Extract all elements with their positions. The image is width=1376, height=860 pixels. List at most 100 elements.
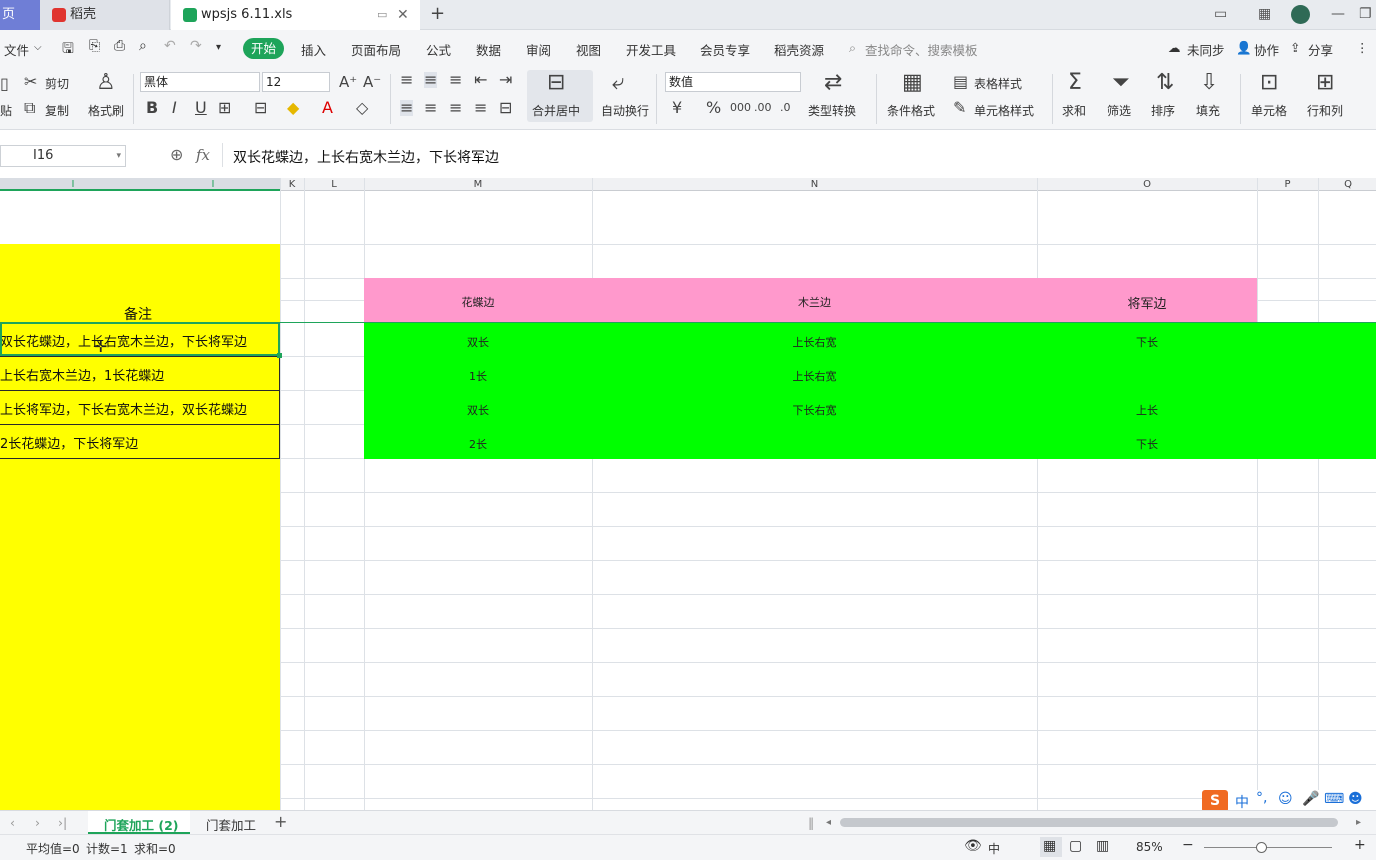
quick-access-dropdown-icon[interactable]: ▾ — [216, 42, 221, 53]
underline-icon[interactable]: U — [195, 100, 207, 116]
eye-protection-icon[interactable]: 👁 — [964, 838, 982, 854]
table-header-cell[interactable]: 花蝶边 — [364, 294, 592, 310]
tab-file[interactable]: wpsjs 6.11.xls ▭ ✕ — [171, 0, 420, 30]
number-format-select[interactable]: 数值 — [665, 72, 801, 92]
note-cell[interactable]: 2长花蝶边，下长将军边 — [0, 433, 138, 452]
table-cell[interactable]: 下长右宽 — [592, 402, 1037, 418]
column-header[interactable]: O — [1037, 178, 1257, 191]
column-header[interactable]: M — [364, 178, 592, 191]
table-cell[interactable]: 上长 — [1037, 402, 1257, 418]
table-cell[interactable]: 2长 — [364, 436, 592, 452]
fill-button[interactable]: 填充 — [1196, 102, 1220, 119]
normal-view-icon[interactable]: ▦ — [1043, 838, 1056, 854]
font-name-select[interactable]: 黑体 — [140, 72, 260, 92]
fill-color-icon[interactable]: ◆ — [287, 100, 299, 116]
column-header[interactable]: I — [200, 178, 226, 191]
column-header[interactable]: L — [304, 178, 364, 191]
zoom-slider-track[interactable] — [1204, 847, 1332, 848]
skin-icon[interactable]: ☻ — [1348, 791, 1363, 807]
zoom-slider-thumb[interactable] — [1256, 842, 1267, 853]
fx-icon[interactable]: fx — [196, 146, 210, 164]
font-color-icon[interactable]: A — [322, 100, 333, 116]
copy-button[interactable]: 复制 — [45, 102, 69, 119]
first-sheet-icon[interactable]: ‹ — [10, 815, 15, 830]
align-right-icon[interactable]: ≡ — [449, 100, 462, 116]
align-left-icon[interactable]: ≡ — [400, 100, 414, 116]
table-style-button[interactable]: 表格样式 — [974, 75, 1022, 92]
layout-icon[interactable]: ▭ — [1214, 6, 1227, 22]
note-cell[interactable]: 上长右宽木兰边，1长花蝶边 — [0, 365, 164, 384]
ime-mode[interactable]: 中 — [1235, 792, 1249, 810]
decrease-font-icon[interactable]: A⁻ — [363, 74, 381, 90]
decrease-decimal-icon[interactable]: .0 — [780, 100, 791, 116]
menu-layout[interactable]: 页面布局 — [351, 40, 401, 59]
menu-data[interactable]: 数据 — [476, 40, 501, 59]
justify-icon[interactable]: ≡ — [474, 100, 487, 116]
column-header[interactable]: Q — [1318, 178, 1376, 191]
border-icon[interactable]: ⊞ — [218, 100, 231, 116]
zoom-formula-icon[interactable]: ⊕ — [170, 145, 183, 164]
align-bottom-icon[interactable]: ≡ — [449, 72, 462, 88]
tab-daoke[interactable]: 稻壳 — [40, 0, 170, 30]
add-sheet-button[interactable]: + — [274, 812, 287, 831]
italic-icon[interactable]: I — [172, 100, 177, 116]
cell-fill-pattern-icon[interactable]: ⊟ — [254, 100, 267, 116]
wrap-text-button[interactable]: 自动换行 — [601, 102, 649, 119]
keyboard-icon[interactable]: ⌨ — [1324, 791, 1344, 807]
align-center-icon[interactable]: ≡ — [424, 100, 437, 116]
table-cell[interactable]: 1长 — [364, 368, 592, 384]
search-command-input[interactable]: 查找命令、搜索模板 — [865, 40, 978, 59]
cond-format-button[interactable]: 条件格式 — [887, 102, 935, 119]
scroll-left-icon[interactable]: ◂ — [826, 817, 831, 828]
formula-input[interactable]: 双长花蝶边，上长右宽木兰边，下长将军边 — [233, 147, 499, 167]
menu-start[interactable]: 开始 — [243, 38, 285, 59]
close-tab-icon[interactable]: ✕ — [397, 0, 409, 30]
bold-icon[interactable]: B — [146, 100, 158, 116]
column-header[interactable]: I — [60, 178, 86, 191]
chevron-down-icon[interactable]: ⌵ — [34, 42, 42, 53]
page-break-view-icon[interactable]: ▥ — [1096, 838, 1109, 854]
fill-handle[interactable] — [277, 353, 282, 358]
tab-home[interactable]: 页 — [0, 0, 40, 30]
print-icon[interactable]: ⎙ — [114, 38, 125, 54]
horizontal-scrollbar[interactable] — [840, 818, 1338, 827]
outdent-icon[interactable]: ⇤ — [474, 72, 487, 88]
align-middle-icon[interactable]: ≡ — [424, 72, 438, 88]
cell-button[interactable]: 单元格 — [1251, 102, 1287, 119]
microphone-icon[interactable]: 🎤 — [1302, 791, 1319, 807]
restore-icon[interactable]: ❐ — [1359, 6, 1372, 22]
table-cell[interactable]: 上长右宽 — [592, 368, 1037, 384]
sum-button[interactable]: 求和 — [1062, 102, 1086, 119]
table-header-cell[interactable]: 木兰边 — [592, 294, 1037, 310]
next-sheet-icon[interactable]: › — [35, 815, 40, 830]
align-top-icon[interactable]: ≡ — [400, 72, 413, 88]
sort-button[interactable]: 排序 — [1151, 102, 1175, 119]
page-layout-view-icon[interactable]: ▢ — [1069, 838, 1082, 854]
more-icon[interactable]: ⋮ — [1356, 40, 1369, 55]
type-convert-button[interactable]: 类型转换 — [808, 102, 856, 119]
minimize-icon[interactable]: — — [1331, 6, 1345, 22]
redo-icon[interactable]: ↷ — [190, 38, 202, 54]
merge-center-button[interactable]: ⊟ 合并居中 — [527, 70, 593, 122]
sync-status[interactable]: 未同步 — [1187, 40, 1225, 59]
save-icon[interactable]: 🖫 — [62, 38, 74, 62]
cut-button[interactable]: 剪切 — [45, 75, 69, 92]
collab-button[interactable]: 协作 — [1254, 40, 1279, 59]
chevron-down-icon[interactable]: ▾ — [116, 146, 121, 166]
paste-icon[interactable]: ▯ — [0, 76, 9, 92]
clear-format-icon[interactable]: ◇ — [356, 100, 368, 116]
column-header[interactable]: N — [592, 178, 1037, 191]
note-cell[interactable]: 上长将军边，下长右宽木兰边，双长花蝶边 — [0, 399, 247, 418]
sheet-tab-active[interactable]: 门套加工 (2) — [88, 811, 190, 834]
row-col-button[interactable]: 行和列 — [1307, 102, 1343, 119]
zoom-out-icon[interactable]: − — [1182, 837, 1194, 853]
sheet-tab[interactable]: 门套加工 — [206, 815, 256, 834]
indent-icon[interactable]: ⇥ — [499, 72, 512, 88]
name-box[interactable]: I16 ▾ — [0, 145, 126, 167]
zoom-in-icon[interactable]: + — [1354, 837, 1366, 853]
table-cell[interactable]: 双长 — [364, 402, 592, 418]
column-header[interactable]: K — [280, 178, 304, 191]
increase-decimal-icon[interactable]: .00 — [754, 100, 772, 116]
font-size-select[interactable]: 12 — [262, 72, 330, 92]
new-tab-button[interactable]: + — [430, 3, 445, 24]
